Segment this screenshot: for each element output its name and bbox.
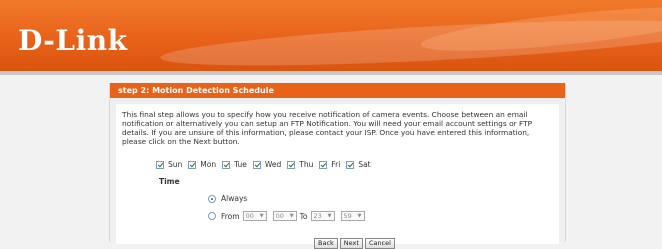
from-hour-select[interactable]: 00 ▼ [242, 211, 267, 221]
always-label: Always [221, 194, 248, 203]
to-hour-select[interactable]: 23 ▼ [310, 211, 335, 221]
from-minute-select[interactable]: 00 ▼ [272, 211, 297, 221]
panel-title: step 2: Motion Detection Schedule [110, 83, 565, 98]
day-tue[interactable]: Tue [222, 160, 247, 169]
back-button[interactable]: Back [314, 238, 338, 249]
day-thu[interactable]: Thu [287, 160, 313, 169]
cancel-button[interactable]: Cancel [364, 238, 395, 249]
day-fri[interactable]: Fri [319, 160, 340, 169]
chevron-down-icon: ▼ [327, 213, 332, 219]
from-option[interactable]: From 00 ▼ 00 ▼ To 23 ▼ 59 ▼ [208, 211, 368, 221]
panel-body: This final step allows you to specify ho… [116, 104, 559, 249]
next-button[interactable]: Next [339, 238, 363, 249]
wizard-buttons: Back Next Cancel [314, 238, 397, 249]
checkbox-sat[interactable] [346, 160, 355, 169]
checkbox-mon[interactable] [188, 160, 197, 169]
to-label: To [299, 211, 308, 221]
from-hour-value: 00 [245, 212, 254, 220]
chevron-down-icon: ▼ [259, 213, 264, 219]
to-hour-value: 23 [313, 212, 322, 220]
day-wed[interactable]: Wed [252, 160, 282, 169]
day-checkboxes: Sun Mon Tue Wed Thu Fri Sat [156, 160, 377, 169]
time-label: Time [159, 177, 180, 186]
day-label: Tue [234, 160, 247, 169]
day-sat[interactable]: Sat [346, 160, 371, 169]
day-label: Mon [200, 160, 217, 169]
always-option[interactable]: Always [208, 194, 247, 203]
day-label: Sat [358, 160, 371, 169]
header-banner: D-Link [0, 0, 662, 71]
header-divider [0, 71, 662, 75]
checkbox-thu[interactable] [287, 160, 296, 169]
day-label: Sun [168, 160, 183, 169]
to-minute-value: 59 [343, 212, 352, 220]
from-minute-value: 00 [275, 212, 284, 220]
day-label: Fri [331, 160, 341, 169]
day-sun[interactable]: Sun [156, 160, 182, 169]
day-label: Wed [264, 160, 282, 169]
from-radio[interactable] [208, 212, 216, 220]
chevron-down-icon: ▼ [289, 213, 294, 219]
checkbox-fri[interactable] [319, 160, 328, 169]
always-radio[interactable] [208, 194, 216, 203]
chevron-down-icon: ▼ [357, 213, 362, 219]
from-label: From [221, 211, 240, 221]
checkbox-wed[interactable] [252, 160, 261, 169]
day-label: Thu [299, 160, 314, 169]
to-minute-select[interactable]: 59 ▼ [340, 211, 365, 221]
step-description: This final step allows you to specify ho… [122, 110, 533, 146]
checkbox-tue[interactable] [222, 160, 231, 169]
dlink-logo: D-Link [18, 24, 128, 57]
checkbox-sun[interactable] [156, 160, 164, 169]
day-mon[interactable]: Mon [188, 160, 216, 169]
wizard-panel: step 2: Motion Detection Schedule This f… [109, 83, 566, 249]
